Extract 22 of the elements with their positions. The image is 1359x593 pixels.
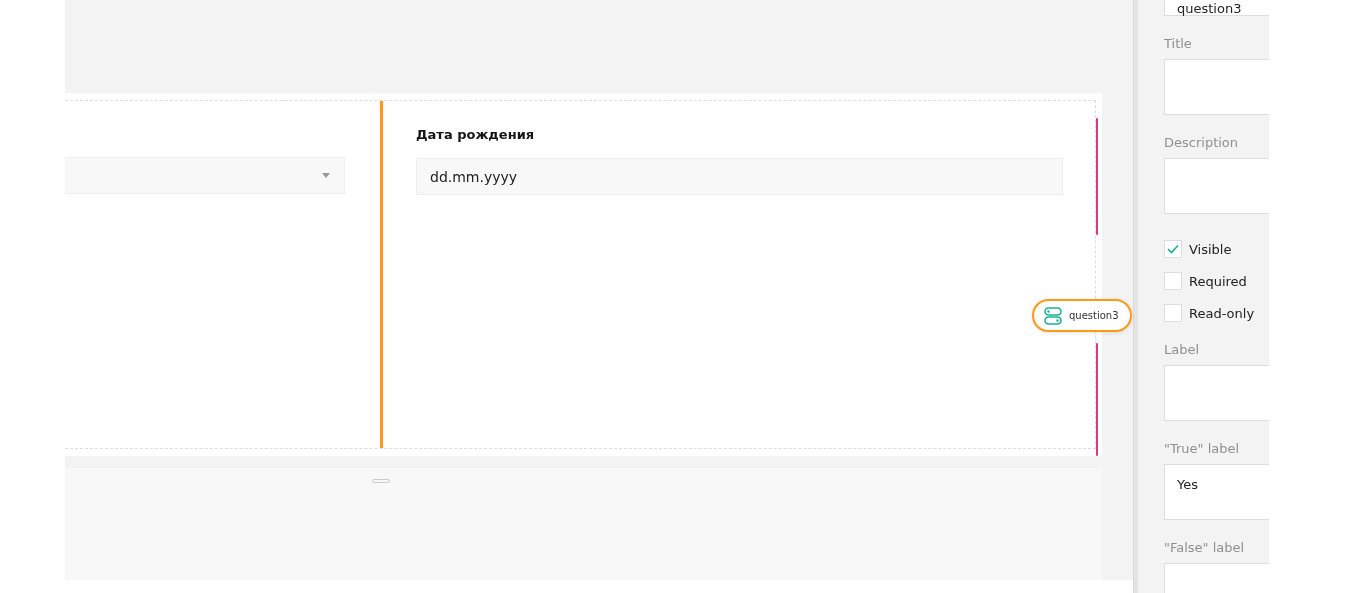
date-input[interactable]: dd.mm.yyyy bbox=[416, 158, 1063, 195]
dropdown-field[interactable] bbox=[65, 157, 345, 194]
field-label: Title bbox=[1164, 36, 1193, 53]
checkbox-label: Read-only bbox=[1189, 305, 1255, 321]
checkbox-label: Required bbox=[1189, 273, 1247, 289]
field-label: Description bbox=[1164, 135, 1240, 152]
field-label: Label bbox=[1164, 342, 1201, 359]
placeholder-text: dd.mm.yyyy bbox=[430, 168, 518, 185]
checkbox[interactable] bbox=[1164, 304, 1182, 322]
check-icon bbox=[1167, 244, 1179, 254]
checkbox-label: Visible bbox=[1189, 241, 1232, 257]
toggle-icon bbox=[1044, 306, 1062, 325]
question-badge[interactable]: question3 bbox=[1032, 299, 1132, 332]
field-label: "True" label bbox=[1164, 441, 1241, 458]
field-label: "False" label bbox=[1164, 540, 1246, 557]
text-field[interactable]: question3 bbox=[1164, 0, 1269, 16]
question-title: Дата рождения bbox=[416, 127, 536, 144]
drag-handle[interactable] bbox=[372, 479, 390, 483]
checkbox[interactable] bbox=[1164, 272, 1182, 290]
caret-icon bbox=[322, 173, 330, 178]
text-field[interactable]: Yes bbox=[1164, 464, 1269, 520]
checkbox[interactable] bbox=[1164, 240, 1182, 258]
